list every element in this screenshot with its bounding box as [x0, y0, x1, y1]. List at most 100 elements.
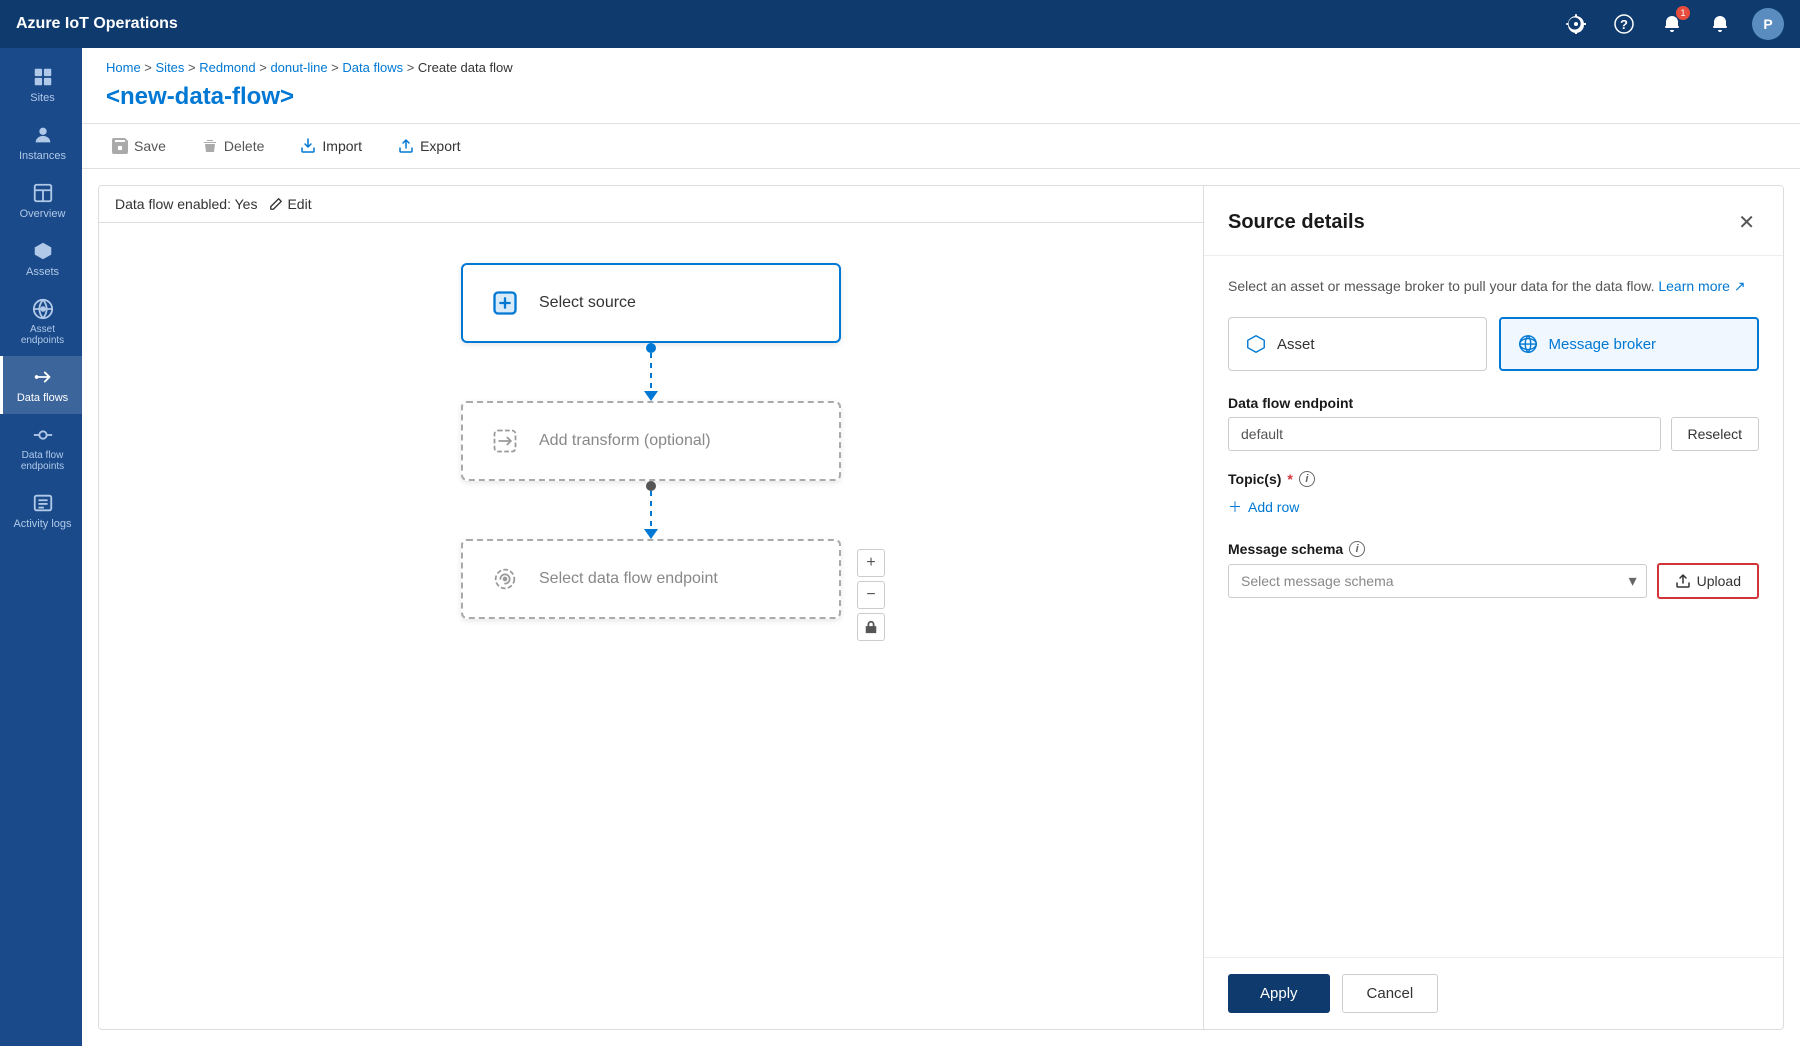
sidebar-item-data-flow-endpoints[interactable]: Data flow endpoints [0, 414, 82, 482]
connector-arrow-2 [644, 529, 658, 539]
content-area: Home > Sites > Redmond > donut-line > Da… [82, 48, 1800, 1046]
page-title: <new-data-flow> [82, 79, 1800, 123]
data-flows-icon [32, 366, 54, 388]
topics-label: Topic(s) * i [1228, 471, 1759, 487]
message-broker-icon [1517, 333, 1539, 355]
required-star: * [1287, 471, 1292, 487]
side-panel-title: Source details [1228, 211, 1365, 234]
alert-button[interactable] [1704, 8, 1736, 40]
sidebar-label-data-flows: Data flows [17, 392, 68, 404]
asset-type-button[interactable]: Asset [1228, 317, 1487, 371]
endpoint-input[interactable] [1228, 417, 1661, 451]
sidebar-label-assets: Assets [26, 266, 59, 278]
side-panel-footer: Apply Cancel [1204, 957, 1783, 1029]
data-flow-endpoints-icon [32, 424, 54, 446]
toolbar: Save Delete Import Export [82, 123, 1800, 169]
asset-type-label: Asset [1277, 336, 1315, 353]
transform-node-icon [487, 423, 523, 459]
canvas: Select source [99, 223, 1203, 1029]
add-row-button[interactable]: ＋ Add row [1228, 493, 1299, 521]
apply-button[interactable]: Apply [1228, 974, 1330, 1013]
source-node[interactable]: Select source [461, 263, 841, 343]
side-panel-body: Select an asset or message broker to pul… [1204, 256, 1783, 957]
edit-icon [269, 197, 283, 211]
sidebar: Sites Instances Overview Assets [0, 48, 82, 1046]
assets-icon [32, 240, 54, 262]
breadcrumb-home[interactable]: Home [106, 60, 141, 75]
editor-area: Data flow enabled: Yes Edit [98, 185, 1784, 1030]
schema-select-wrapper: Select message schema ▾ [1228, 564, 1647, 598]
sidebar-item-activity-logs[interactable]: Activity logs [0, 482, 82, 540]
connector-2 [644, 481, 658, 539]
breadcrumb-redmond[interactable]: Redmond [199, 60, 255, 75]
flow-edit-button[interactable]: Edit [269, 196, 311, 212]
delete-label: Delete [224, 138, 264, 154]
export-button[interactable]: Export [392, 134, 466, 158]
breadcrumb-sites[interactable]: Sites [156, 60, 185, 75]
breadcrumb-data-flows[interactable]: Data flows [342, 60, 403, 75]
node-add-button[interactable]: + [857, 549, 885, 577]
node-remove-button[interactable]: − [857, 581, 885, 609]
save-label: Save [134, 138, 166, 154]
add-icon: ＋ [1228, 497, 1242, 517]
import-icon [300, 138, 316, 154]
upload-button[interactable]: Upload [1657, 563, 1759, 599]
import-button[interactable]: Import [294, 134, 368, 158]
endpoint-node-icon [487, 561, 523, 597]
cancel-button[interactable]: Cancel [1342, 974, 1439, 1013]
transform-node[interactable]: Add transform (optional) [461, 401, 841, 481]
top-nav: Azure IoT Operations ? 1 P [0, 0, 1800, 48]
sidebar-item-instances[interactable]: Instances [0, 114, 82, 172]
node-lock-button[interactable] [857, 613, 885, 641]
connector-1 [644, 343, 658, 401]
notification-button[interactable]: 1 [1656, 8, 1688, 40]
instances-icon [32, 124, 54, 146]
sidebar-label-data-flow-endpoints: Data flow endpoints [9, 450, 76, 472]
upload-label: Upload [1697, 573, 1741, 589]
sidebar-item-data-flows[interactable]: Data flows [0, 356, 82, 414]
sidebar-item-sites[interactable]: Sites [0, 56, 82, 114]
schema-label: Message schema i [1228, 541, 1759, 557]
upload-icon [1675, 573, 1691, 589]
sidebar-label-instances: Instances [19, 150, 66, 162]
topics-info-icon[interactable]: i [1299, 471, 1315, 487]
learn-more-link[interactable]: Learn more ↗ [1658, 278, 1745, 294]
endpoint-label: Data flow endpoint [1228, 395, 1759, 411]
reselect-button[interactable]: Reselect [1671, 417, 1759, 451]
settings-button[interactable] [1560, 8, 1592, 40]
side-panel-header: Source details ✕ [1204, 186, 1783, 256]
topics-section: Topic(s) * i ＋ Add row [1228, 471, 1759, 521]
sidebar-item-overview[interactable]: Overview [0, 172, 82, 230]
help-button[interactable]: ? [1608, 8, 1640, 40]
message-broker-type-label: Message broker [1549, 336, 1657, 353]
endpoint-node[interactable]: Select data flow endpoint [461, 539, 841, 619]
breadcrumb: Home > Sites > Redmond > donut-line > Da… [82, 48, 1800, 79]
connector-dot-top [646, 343, 656, 353]
flow-edit-label: Edit [287, 196, 311, 212]
import-label: Import [322, 138, 362, 154]
delete-icon [202, 138, 218, 154]
asset-icon [1245, 333, 1267, 355]
sidebar-item-asset-endpoints[interactable]: Asset endpoints [0, 288, 82, 356]
delete-button[interactable]: Delete [196, 134, 270, 158]
source-type-row: Asset Message broker [1228, 317, 1759, 371]
sidebar-label-asset-endpoints: Asset endpoints [9, 324, 76, 346]
schema-select[interactable]: Select message schema [1228, 564, 1647, 598]
breadcrumb-donut-line[interactable]: donut-line [270, 60, 327, 75]
close-panel-button[interactable]: ✕ [1734, 206, 1759, 239]
user-avatar[interactable]: P [1752, 8, 1784, 40]
source-node-wrapper: Select source [461, 263, 841, 343]
endpoint-section: Data flow endpoint Reselect [1228, 395, 1759, 451]
sidebar-label-overview: Overview [20, 208, 66, 220]
transform-node-label: Add transform (optional) [539, 432, 711, 450]
schema-info-icon[interactable]: i [1349, 541, 1365, 557]
sidebar-label-activity-logs: Activity logs [13, 518, 71, 530]
sidebar-item-assets[interactable]: Assets [0, 230, 82, 288]
endpoint-node-label: Select data flow endpoint [539, 570, 718, 588]
message-broker-type-button[interactable]: Message broker [1499, 317, 1760, 371]
save-button[interactable]: Save [106, 134, 172, 158]
app-title: Azure IoT Operations [16, 15, 1560, 33]
flow-enabled-text: Data flow enabled: Yes [115, 196, 257, 212]
activity-logs-icon [32, 492, 54, 514]
transform-node-wrapper: Add transform (optional) [461, 401, 841, 481]
